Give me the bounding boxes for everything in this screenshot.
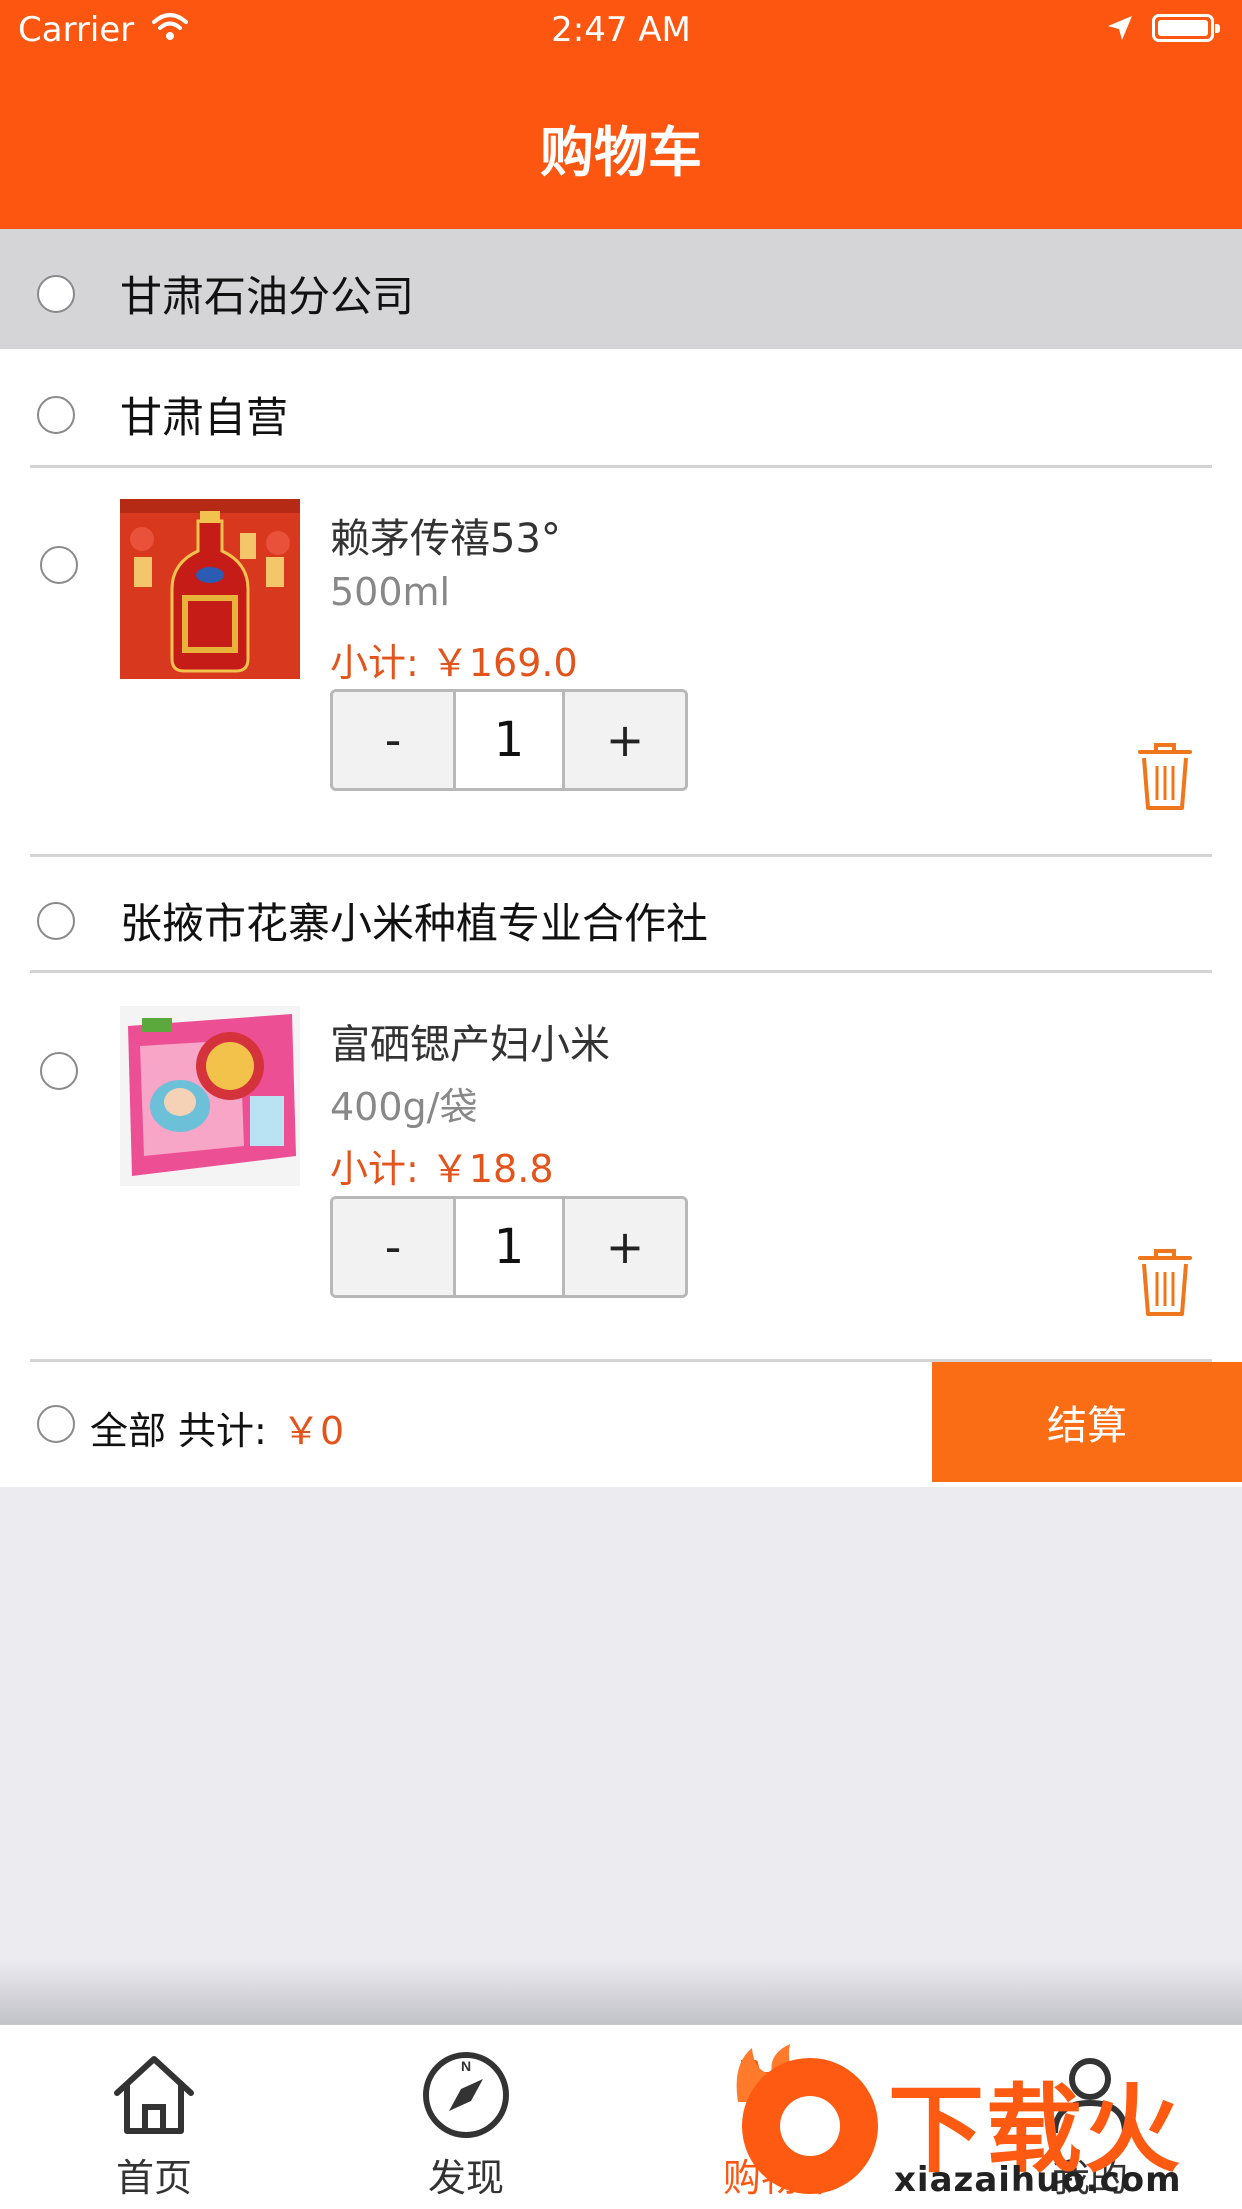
total-label: 共计: <box>178 1409 267 1453</box>
quantity-stepper: - 1 + <box>330 689 688 791</box>
watermark-url: xiazaihuo.com <box>894 2160 1182 2200</box>
divider <box>30 465 1212 468</box>
quantity-value[interactable]: 1 <box>453 692 565 788</box>
tab-label: 首页 <box>115 2156 192 2200</box>
decrement-button[interactable]: - <box>333 1199 453 1295</box>
item-select-radio[interactable] <box>40 546 78 584</box>
home-icon <box>114 2056 194 2134</box>
svg-text:N: N <box>461 2058 471 2074</box>
tab-label: 发现 <box>427 2156 504 2200</box>
quantity-value[interactable]: 1 <box>453 1199 565 1295</box>
divider <box>30 970 1212 973</box>
company-select-radio[interactable] <box>37 275 75 313</box>
cart-summary-bar: 全部 共计: ￥0 结算 <box>0 1362 1242 1485</box>
divider <box>30 854 1212 857</box>
tabbar-shadow <box>0 1960 1242 2024</box>
select-all-label: 全部 <box>90 1409 167 1453</box>
page-title: 购物车 <box>540 121 702 184</box>
store-select-radio[interactable] <box>37 396 75 434</box>
trash-icon[interactable] <box>1138 1248 1192 1318</box>
status-bar: Carrier 2:47 AM <box>0 0 1242 60</box>
status-time: 2:47 AM <box>551 10 691 50</box>
watermark-logo: 下载火 xiazaihuo.com <box>732 2044 1242 2208</box>
total-value: ￥0 <box>282 1409 345 1453</box>
store-name: 张掖市花寨小米种植专业合作社 <box>120 899 709 948</box>
item-select-radio[interactable] <box>40 1052 78 1090</box>
product-image <box>120 1006 300 1186</box>
product-subtotal: 小计: ￥169.0 <box>330 641 578 685</box>
increment-button[interactable]: + <box>565 692 685 788</box>
company-row[interactable]: 甘肃石油分公司 <box>0 229 1242 349</box>
product-spec: 400g/袋 <box>330 1085 478 1129</box>
company-name: 甘肃石油分公司 <box>120 272 415 321</box>
tab-home[interactable]: 首页 <box>4 2025 304 2209</box>
checkout-button[interactable]: 结算 <box>932 1362 1242 1482</box>
quantity-stepper: - 1 + <box>330 1196 688 1298</box>
download-icon <box>780 2096 840 2156</box>
tab-discover[interactable]: N 发现 <box>316 2025 616 2209</box>
cart-content: 甘肃石油分公司 甘肃自营 赖茅传禧53° 500ml 小计: ￥169.0 - … <box>0 229 1242 1487</box>
compass-icon: N <box>423 2052 509 2138</box>
location-arrow-icon <box>1108 16 1132 40</box>
increment-button[interactable]: + <box>565 1199 685 1295</box>
decrement-button[interactable]: - <box>333 692 453 788</box>
store-select-radio[interactable] <box>37 902 75 940</box>
product-subtotal: 小计: ￥18.8 <box>330 1147 554 1191</box>
nav-header: Carrier 2:47 AM 购物车 <box>0 0 1242 229</box>
store-name: 甘肃自营 <box>120 393 289 442</box>
product-name: 富硒锶产妇小米 <box>330 1022 610 1068</box>
product-image <box>120 499 300 679</box>
select-all-radio[interactable] <box>37 1405 75 1443</box>
battery-icon <box>1152 14 1220 42</box>
trash-icon[interactable] <box>1138 742 1192 812</box>
product-spec: 500ml <box>330 570 451 614</box>
product-name: 赖茅传禧53° <box>330 516 561 562</box>
